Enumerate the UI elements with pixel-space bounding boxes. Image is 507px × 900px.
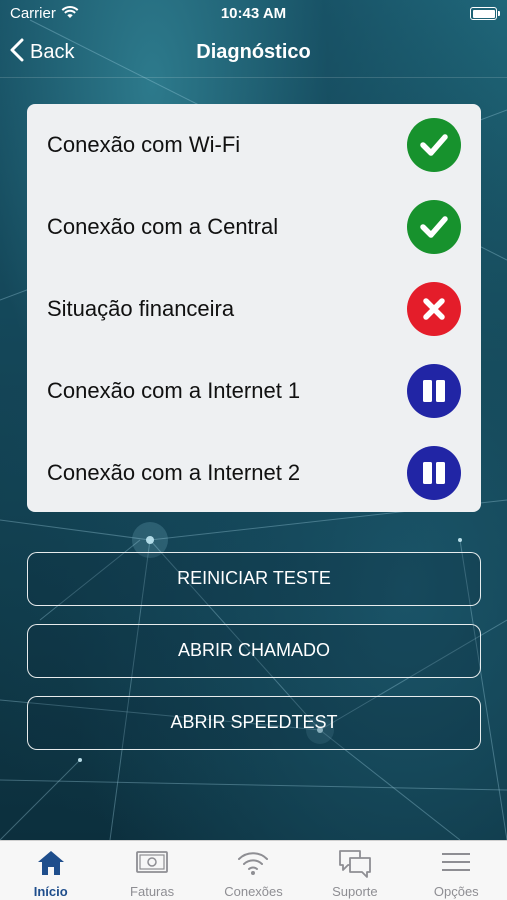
tab-suporte[interactable]: Suporte [304, 841, 405, 900]
check-row-financial: Situação financeira [27, 268, 481, 350]
tab-conexoes[interactable]: Conexões [203, 841, 304, 900]
tab-inicio[interactable]: Início [0, 841, 101, 900]
tab-label: Conexões [224, 884, 283, 899]
open-speedtest-button[interactable]: ABRIR SPEEDTEST [27, 696, 481, 750]
pause-icon [407, 446, 461, 500]
tab-label: Faturas [130, 884, 175, 899]
navigation-bar: Back Diagnóstico [0, 28, 507, 78]
tab-label: Início [33, 884, 68, 899]
tab-bar: Início Faturas Conexões Suporte Opções [0, 840, 507, 900]
bill-icon [101, 849, 202, 879]
open-ticket-button[interactable]: ABRIR CHAMADO [27, 624, 481, 678]
x-icon [407, 282, 461, 336]
page-title: Diagnóstico [196, 41, 311, 63]
wifi-icon [203, 849, 304, 879]
check-icon [407, 118, 461, 172]
check-row-central: Conexão com a Central [27, 186, 481, 268]
check-label: Situação financeira [47, 296, 235, 321]
chat-icon [304, 849, 405, 879]
tab-label: Suporte [332, 884, 378, 899]
tab-opcoes[interactable]: Opções [406, 841, 507, 900]
tab-faturas[interactable]: Faturas [101, 841, 202, 900]
check-label: Conexão com a Central [47, 214, 279, 239]
check-label: Conexão com Wi-Fi [47, 132, 241, 157]
clock: 10:43 AM [220, 5, 287, 22]
check-label: Conexão com a Internet 1 [47, 378, 301, 403]
check-label: Conexão com a Internet 2 [47, 460, 301, 485]
restart-test-button[interactable]: REINICIAR TESTE [27, 552, 481, 606]
check-row-internet-1: Conexão com a Internet 1 [27, 350, 481, 432]
check-icon [407, 200, 461, 254]
home-icon [0, 849, 101, 879]
diagnostic-card: Conexão com Wi-Fi Conexão com a Central … [27, 104, 481, 512]
battery-icon [470, 7, 500, 20]
menu-icon [406, 849, 507, 879]
pause-icon [407, 364, 461, 418]
check-row-wifi: Conexão com Wi-Fi [27, 104, 481, 186]
tab-label: Opções [433, 884, 479, 899]
check-row-internet-2: Conexão com a Internet 2 [27, 432, 481, 514]
status-bar: Carrier 10:43 AM [0, 0, 507, 28]
